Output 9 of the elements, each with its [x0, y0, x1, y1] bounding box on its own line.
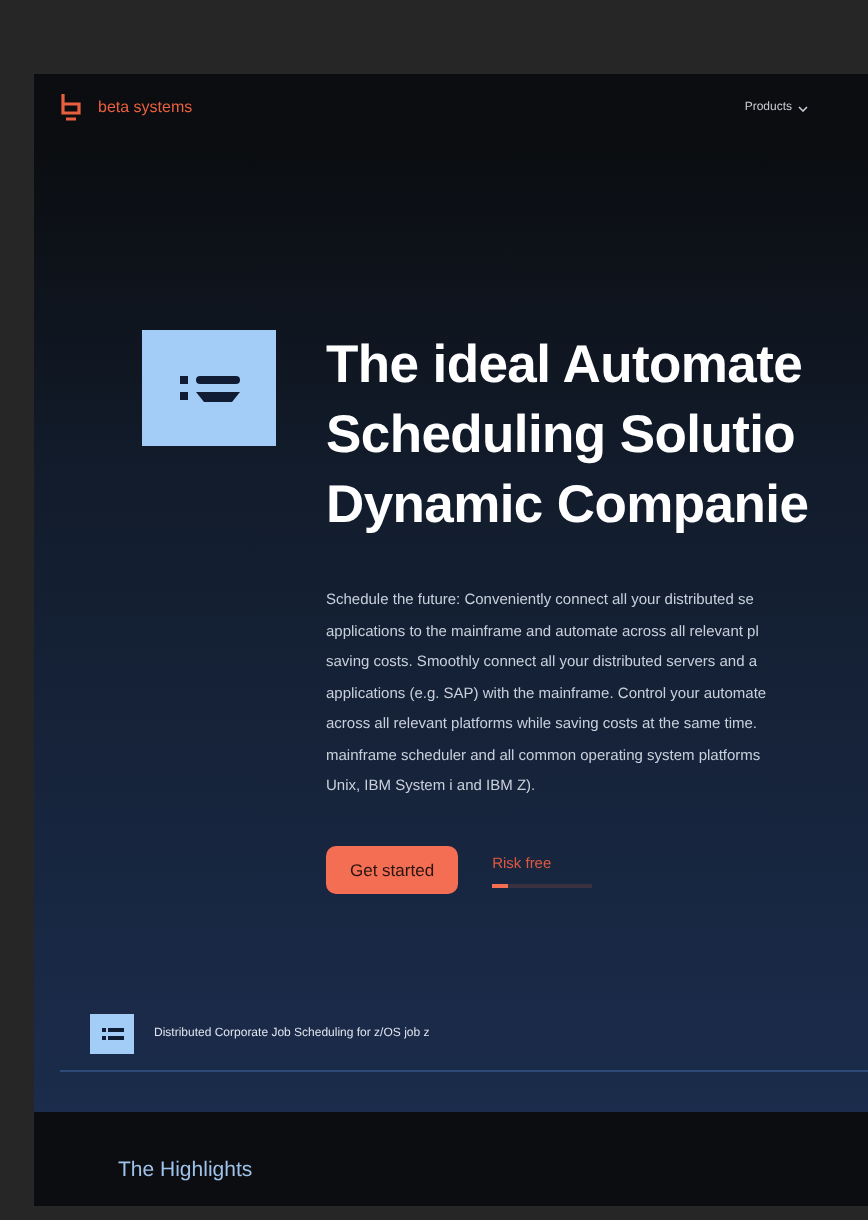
brand-name[interactable]: beta systems [98, 96, 193, 120]
headline-line: Dynamic Companie [326, 472, 809, 538]
headline-line: The ideal Automate [326, 332, 805, 398]
logo-icon [60, 94, 82, 122]
get-started-button[interactable]: Get started [326, 845, 459, 895]
list-icon [142, 330, 276, 446]
section-heading: The Highlights [118, 1158, 253, 1182]
headline-line: Scheduling Solutio [326, 402, 798, 468]
list-icon [90, 1014, 134, 1054]
